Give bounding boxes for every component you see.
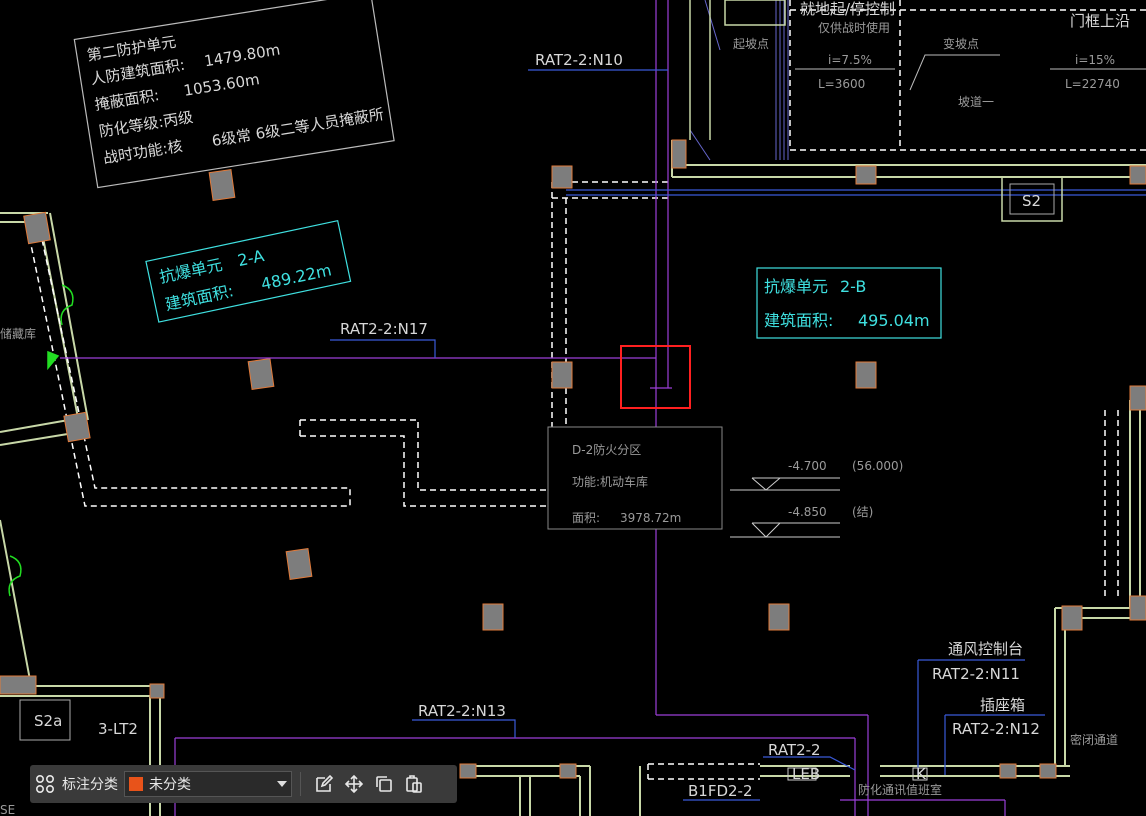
unit-2a-title: 抗爆单元 <box>158 255 225 287</box>
info-row3-label: 防化等级:丙级 <box>98 108 195 141</box>
cad-viewport[interactable]: 第二防护单元 人防建筑面积: 1479.80m 掩蔽面积: 1053.60m 防… <box>0 0 1146 816</box>
info-row4-value: 6级常 6级二等人员掩蔽所 <box>211 105 386 150</box>
label-se: SE <box>0 803 15 816</box>
label-closed-passage: 密闭通道 <box>1070 732 1118 747</box>
paste-icon[interactable] <box>399 769 429 799</box>
fire-zone-box: D-2防火分区 功能:机动车库 面积: 3978.72m <box>547 426 723 530</box>
label-change-point: 变坡点 <box>943 36 979 51</box>
label-left-room: 储藏库 <box>0 326 36 341</box>
edit-icon[interactable] <box>309 769 339 799</box>
elevation-1-note: (56.000) <box>852 459 903 473</box>
label-top-mid2: 仅供战时使用 <box>818 20 890 35</box>
info-box: 第二防护单元 人防建筑面积: 1479.80m 掩蔽面积: 1053.60m 防… <box>73 0 395 189</box>
copy-icon[interactable] <box>369 769 399 799</box>
move-icon[interactable] <box>339 769 369 799</box>
cable-lines <box>60 0 1006 816</box>
top-structure <box>689 0 786 140</box>
tag-n13[interactable]: RAT2-2:N13 <box>418 702 506 720</box>
unit-2b-code: 2-B <box>840 277 866 296</box>
label-slope-1: i=7.5% <box>828 53 872 67</box>
toolbar-divider <box>300 772 301 796</box>
label-lt2: 3-LT2 <box>98 720 138 738</box>
fire-zone-area: 3978.72m <box>620 511 681 525</box>
change-point-leader <box>909 54 1000 91</box>
elevation-1-value: -4.700 <box>788 459 827 473</box>
tag-n17[interactable]: RAT2-2:N17 <box>340 320 428 338</box>
label-ramp: 坡道一 <box>958 95 994 109</box>
label-leb: LEB <box>792 765 820 783</box>
label-len-2: L=22740 <box>1065 77 1120 91</box>
drawing-canvas[interactable]: 第二防护单元 人防建筑面积: 1479.80m 掩蔽面积: 1053.60m 防… <box>0 0 1146 816</box>
category-value: 未分类 <box>149 776 191 792</box>
label-s2: S2 <box>1022 192 1041 210</box>
ramp-hatch <box>689 0 789 161</box>
label-slope-2: i=15% <box>1075 53 1115 67</box>
category-label: 标注分类 <box>62 776 118 792</box>
unit-2a-area: 489.22m <box>259 260 333 293</box>
elevation-2-value: -4.850 <box>788 505 827 519</box>
unit-2b-box: 抗爆单元 2-B 建筑面积: 495.04m <box>756 267 942 339</box>
fire-zone-area-label: 面积: <box>572 511 600 525</box>
tag-rat[interactable]: RAT2-2 <box>768 741 821 759</box>
label-socket-box: 插座箱 <box>980 696 1025 714</box>
tag-n10[interactable]: RAT2-2:N10 <box>535 51 623 69</box>
chevron-down-icon <box>277 781 287 787</box>
label-s2a: S2a <box>34 712 62 730</box>
elevation-2-note: (结) <box>852 505 873 519</box>
unit-2b-area: 495.04m <box>858 311 930 330</box>
annotation-toolbar: 标注分类 未分类 <box>30 765 457 803</box>
label-top-mid: 就地起/停控制 <box>800 0 895 18</box>
fire-zone-name: D-2防火分区 <box>572 442 641 457</box>
info-row1-value: 1479.80m <box>203 41 282 71</box>
grid-icon[interactable] <box>30 769 60 799</box>
label-vent-ctrl: 通风控制台 <box>948 640 1023 658</box>
unit-2a-code: 2-A <box>236 246 266 270</box>
unit-2a-area-label: 建筑面积: <box>163 281 235 314</box>
label-top-right: 门框上沿 <box>1070 12 1130 30</box>
dashed-outlines <box>29 0 1146 780</box>
fire-zone-function: 功能:机动车库 <box>572 474 648 489</box>
label-len-1: L=3600 <box>818 77 865 91</box>
category-swatch <box>129 777 143 791</box>
info-row4-label: 战时功能:核 <box>102 137 184 167</box>
tag-n11[interactable]: RAT2-2:N11 <box>932 665 1020 683</box>
label-k: K <box>916 765 927 783</box>
unit-2a-box: 抗爆单元 2-A 建筑面积: 489.22m <box>145 219 352 323</box>
label-bottom: 防化通讯值班室 <box>858 782 942 797</box>
unit-2b-area-label: 建筑面积: <box>764 311 833 330</box>
unit-2b-title: 抗爆单元 <box>764 277 828 296</box>
tag-n12[interactable]: RAT2-2:N12 <box>952 720 1040 738</box>
label-start-point: 起坡点 <box>733 37 769 51</box>
tag-b1fd[interactable]: B1FD2-2 <box>688 782 753 800</box>
info-row2-label: 掩蔽面积: <box>93 86 160 114</box>
info-row2-value: 1053.60m <box>182 70 261 100</box>
category-select[interactable]: 未分类 <box>124 771 292 797</box>
